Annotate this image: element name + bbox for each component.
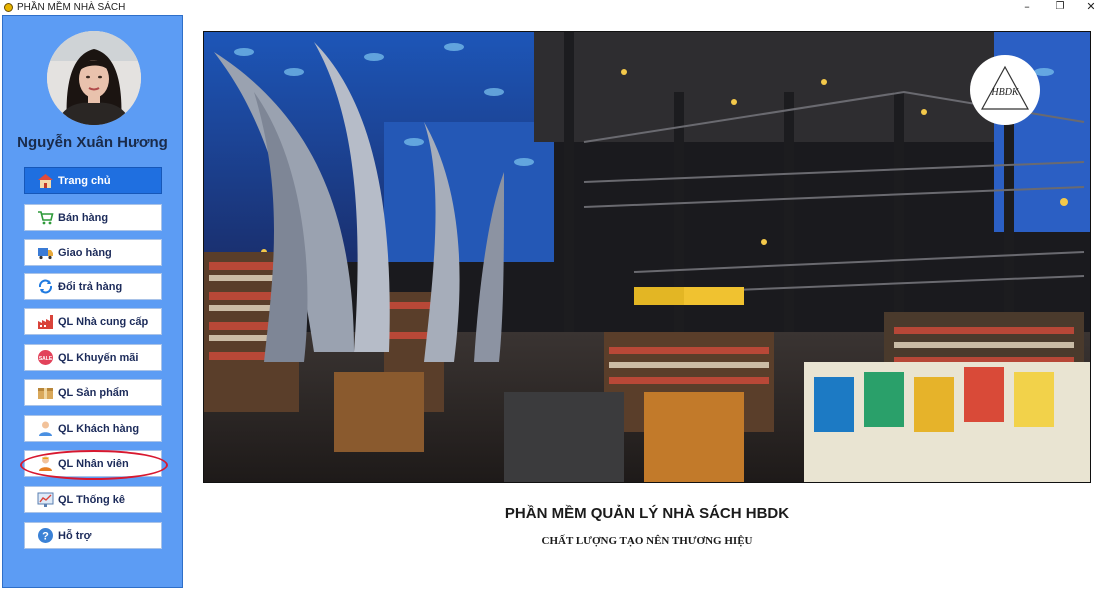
window-title: PHẦN MỀM NHÀ SÁCH bbox=[17, 2, 126, 13]
nav-home-button[interactable]: Trang chủ bbox=[24, 167, 162, 194]
factory-icon bbox=[37, 313, 54, 330]
svg-text:?: ? bbox=[42, 531, 49, 543]
truck-icon bbox=[37, 244, 54, 261]
nav-label: QL Nhân viên bbox=[58, 457, 129, 470]
close-button[interactable]: ✕ bbox=[1074, 0, 1106, 15]
app-icon bbox=[4, 3, 13, 12]
minimize-button[interactable]: – bbox=[1010, 0, 1044, 15]
nav-cart-button[interactable]: Bán hàng bbox=[24, 204, 162, 231]
nav-help-button[interactable]: ? Hỗ trợ bbox=[24, 522, 162, 549]
nav-label: Giao hàng bbox=[58, 246, 112, 259]
svg-text:SALE: SALE bbox=[39, 356, 53, 362]
nav-label: QL Khuyến mãi bbox=[58, 351, 139, 364]
nav-label: Hỗ trợ bbox=[58, 529, 92, 542]
nav-box-button[interactable]: QL Sản phẩm bbox=[24, 379, 162, 406]
sidebar: Nguyễn Xuân Hương Trang chủ Bán hàng Giao … bbox=[2, 15, 183, 588]
hero-image: HBDK bbox=[203, 31, 1091, 483]
app-title: PHẦN MỀM QUẢN LÝ NHÀ SÁCH HBDK bbox=[504, 505, 790, 522]
hbdk-logo: HBDK bbox=[970, 55, 1040, 125]
user-photo bbox=[47, 31, 141, 125]
nav-employee-button[interactable]: QL Nhân viên bbox=[24, 450, 162, 477]
customer-icon bbox=[37, 420, 54, 437]
home-icon bbox=[37, 172, 54, 189]
nav-label: QL Thống kê bbox=[58, 493, 126, 506]
help-icon: ? bbox=[37, 527, 54, 544]
bookstore-photo bbox=[204, 32, 1090, 482]
title-bar: PHẦN MỀM NHÀ SÁCH – ❐ ✕ bbox=[0, 0, 1106, 15]
nav-label: QL Sản phẩm bbox=[58, 386, 129, 399]
user-name: Nguyễn Xuân Hương bbox=[17, 134, 168, 151]
nav-customer-button[interactable]: QL Khách hàng bbox=[24, 415, 162, 442]
statistics-icon bbox=[37, 491, 54, 508]
nav-factory-button[interactable]: QL Nhà cung cấp bbox=[24, 308, 162, 335]
nav-label: Bán hàng bbox=[58, 211, 109, 224]
nav-statistics-button[interactable]: QL Thống kê bbox=[24, 486, 162, 513]
nav-sale-tag-button[interactable]: SALE QL Khuyến mãi bbox=[24, 344, 162, 371]
app-slogan: CHẤT LƯỢNG TẠO NÊN THƯƠNG HIỆU bbox=[541, 535, 753, 547]
nav-return-button[interactable]: Đổi trả hàng bbox=[24, 273, 162, 300]
cart-icon bbox=[37, 209, 54, 226]
nav-label: Đổi trả hàng bbox=[58, 280, 123, 293]
nav-truck-button[interactable]: Giao hàng bbox=[24, 239, 162, 266]
svg-text:HBDK: HBDK bbox=[990, 87, 1020, 98]
return-icon bbox=[37, 278, 54, 295]
restore-button[interactable]: ❐ bbox=[1043, 0, 1077, 15]
employee-icon bbox=[37, 455, 54, 472]
nav-label: QL Khách hàng bbox=[58, 422, 140, 435]
nav-label: QL Nhà cung cấp bbox=[58, 315, 149, 328]
sale-tag-icon: SALE bbox=[37, 349, 54, 366]
nav-label: Trang chủ bbox=[58, 174, 111, 187]
box-icon bbox=[37, 384, 54, 401]
avatar bbox=[47, 31, 141, 125]
